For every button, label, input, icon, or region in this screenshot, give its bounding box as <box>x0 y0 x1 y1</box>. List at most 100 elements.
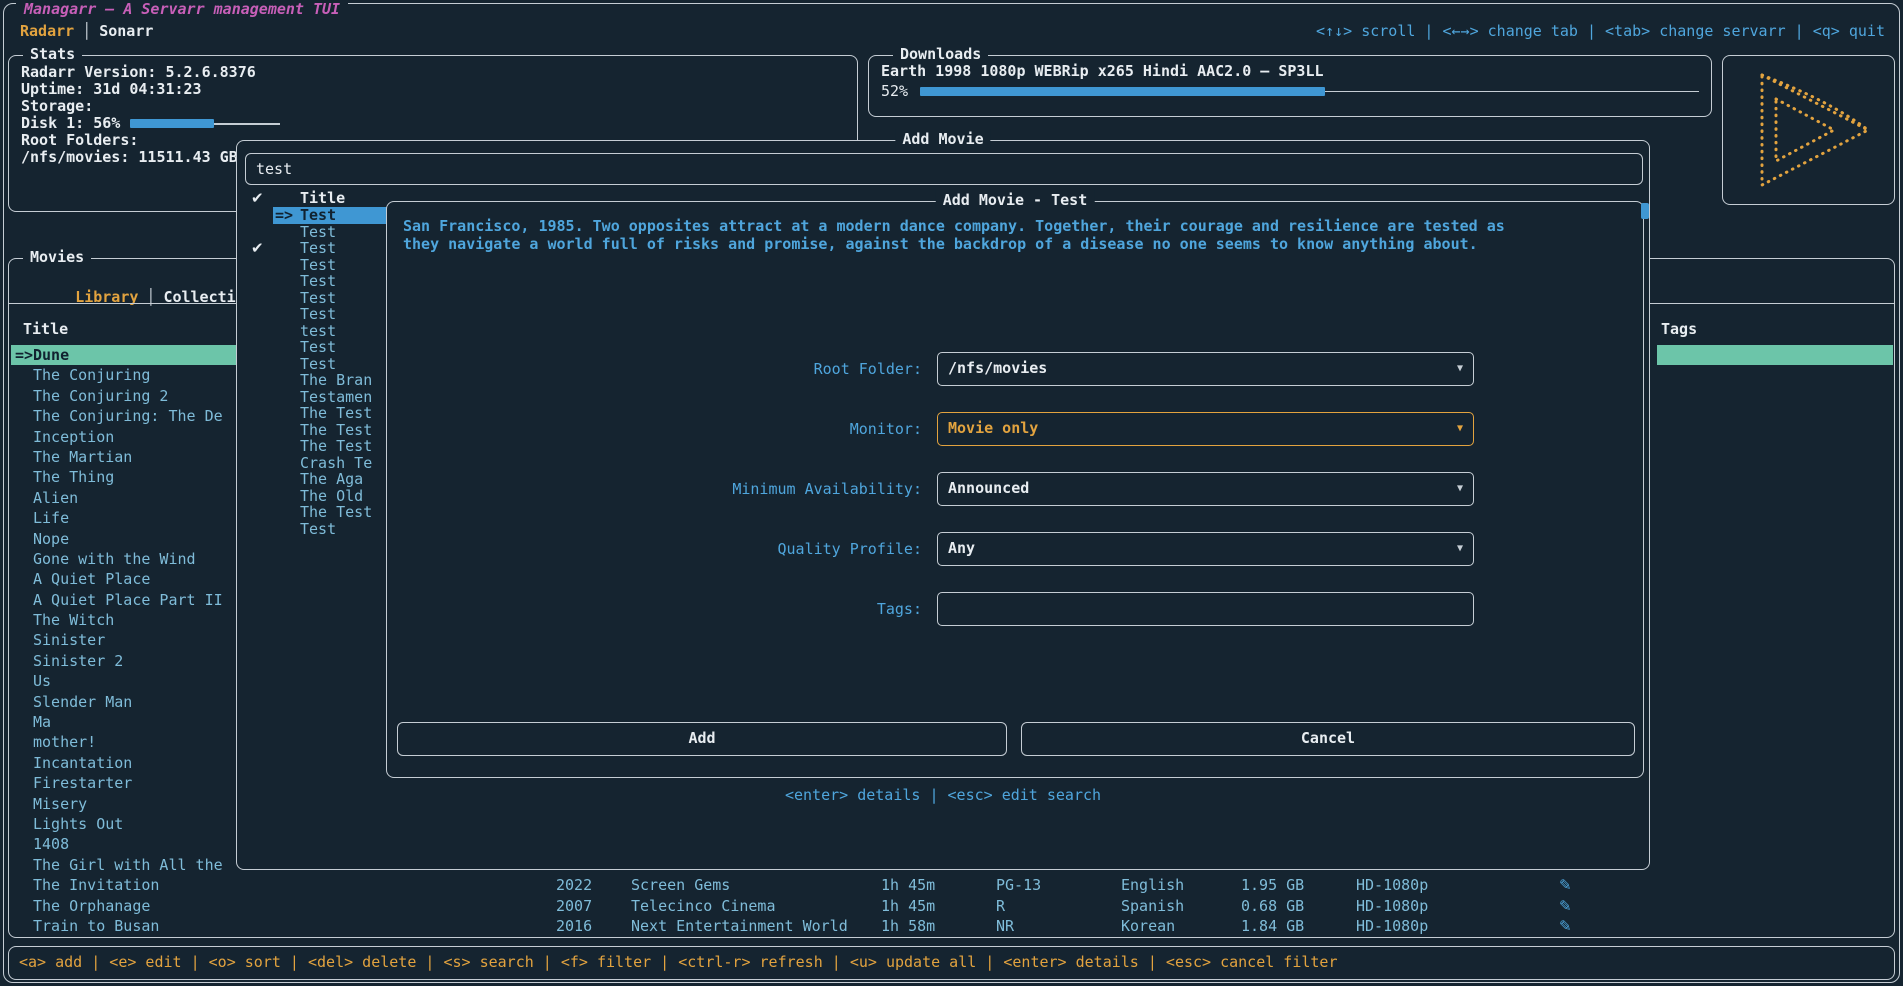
movie-row[interactable]: mother! <box>11 732 243 752</box>
minimum-availability-row: Minimum Availability: Announced▼ <box>387 472 1643 506</box>
movie-row[interactable]: A Quiet Place Part II <box>11 590 243 610</box>
cell-language: English <box>1121 875 1184 895</box>
tab-sonarr[interactable]: Sonarr <box>95 22 157 40</box>
movie-title: Alien <box>33 488 78 508</box>
add-button[interactable]: Add <box>397 722 1007 756</box>
result-title: Test <box>300 306 336 323</box>
movie-row[interactable]: Incantation <box>11 753 243 773</box>
search-result-row[interactable]: Test <box>243 339 391 356</box>
root-folder-label: Root Folder: <box>387 352 922 386</box>
tab-radarr[interactable]: Radarr <box>16 22 78 40</box>
movie-row[interactable]: The Thing <box>11 467 243 487</box>
result-title: test <box>300 323 336 340</box>
movie-row-selected[interactable]: =>Dune <box>11 345 243 365</box>
add-movie-search-input[interactable] <box>245 153 1643 185</box>
search-result-row[interactable]: The Test <box>243 438 391 455</box>
search-result-row[interactable]: Test <box>243 356 391 373</box>
search-result-row[interactable]: Test <box>243 273 391 290</box>
edit-icon[interactable]: ✎ <box>1559 896 1572 916</box>
movie-row[interactable]: Sinister <box>11 630 243 650</box>
result-title: The Test <box>300 422 372 439</box>
movie-title: The Conjuring <box>33 365 150 385</box>
radarr-logo-icon <box>1734 65 1884 195</box>
search-result-row[interactable]: The Test <box>243 422 391 439</box>
movie-title: Gone with the Wind <box>33 549 196 569</box>
movie-row[interactable]: Alien <box>11 488 243 508</box>
results-scrollbar-thumb[interactable] <box>1641 203 1649 219</box>
search-result-row[interactable]: The Old <box>243 488 391 505</box>
arrow-spacer <box>11 651 33 671</box>
search-result-row[interactable]: Test <box>243 290 391 307</box>
search-result-row[interactable]: test <box>243 323 391 340</box>
movie-row[interactable]: Gone with the Wind <box>11 549 243 569</box>
quality-profile-select[interactable]: Any▼ <box>937 532 1474 566</box>
movie-row[interactable]: Life <box>11 508 243 528</box>
search-result-row-selected[interactable]: =>Test <box>243 207 391 224</box>
movie-row[interactable]: Lights Out <box>11 814 243 834</box>
in-library-check <box>243 438 273 455</box>
minimum-availability-select[interactable]: Announced▼ <box>937 472 1474 506</box>
search-result-row[interactable]: ✔Test <box>243 240 391 257</box>
movie-title: A Quiet Place Part II <box>33 590 223 610</box>
result-title: Test <box>300 224 336 241</box>
search-result-row[interactable]: The Aga <box>243 471 391 488</box>
arrow-spacer <box>273 339 300 356</box>
arrow-spacer <box>273 471 300 488</box>
in-library-check <box>243 257 273 274</box>
cancel-button[interactable]: Cancel <box>1021 722 1635 756</box>
movie-title: The Conjuring: The De <box>33 406 223 426</box>
movie-row[interactable]: The Conjuring 2 <box>11 386 243 406</box>
movie-row[interactable]: The Conjuring: The De <box>11 406 243 426</box>
movie-table-row[interactable]: 2016 Next Entertainment World 1h 58m NR … <box>9 916 1894 936</box>
root-folder-row: Root Folder: /nfs/movies▼ <box>387 352 1643 386</box>
quality-profile-row: Quality Profile: Any▼ <box>387 532 1643 566</box>
movie-title: Firestarter <box>33 773 132 793</box>
tags-input[interactable] <box>937 592 1474 626</box>
disk-usage-fill <box>130 119 214 128</box>
movie-row[interactable]: Nope <box>11 529 243 549</box>
in-library-check <box>243 207 273 224</box>
search-result-row[interactable]: The Test <box>243 405 391 422</box>
tags-cell-selected[interactable] <box>1657 345 1893 365</box>
search-result-row[interactable]: Test <box>243 257 391 274</box>
movie-row[interactable]: Ma <box>11 712 243 732</box>
arrow-spacer <box>11 732 33 752</box>
movie-row[interactable]: Sinister 2 <box>11 651 243 671</box>
arrow-spacer <box>11 549 33 569</box>
cell-quality: HD-1080p <box>1356 896 1428 916</box>
arrow-spacer <box>11 712 33 732</box>
search-result-row[interactable]: Test <box>243 306 391 323</box>
movie-table-row[interactable]: 2007 Telecinco Cinema 1h 45m R Spanish 0… <box>9 896 1894 916</box>
arrow-spacer <box>11 855 33 875</box>
movie-row[interactable]: The Martian <box>11 447 243 467</box>
arrow-spacer <box>273 257 300 274</box>
edit-icon[interactable]: ✎ <box>1559 916 1572 936</box>
movie-row[interactable]: Misery <box>11 794 243 814</box>
search-result-row[interactable]: Testamen <box>243 389 391 406</box>
in-library-check <box>243 356 273 373</box>
result-title: Test <box>300 257 336 274</box>
search-result-row[interactable]: Test <box>243 521 391 538</box>
movie-row[interactable]: Inception <box>11 427 243 447</box>
root-folder-select[interactable]: /nfs/movies▼ <box>937 352 1474 386</box>
monitor-label: Monitor: <box>387 412 922 446</box>
movie-row[interactable]: Us <box>11 671 243 691</box>
stats-disk-line: Disk 1: 56% <box>21 115 857 132</box>
search-result-row[interactable]: Crash Te <box>243 455 391 472</box>
movie-row[interactable]: The Girl with All the <box>11 855 243 875</box>
monitor-select[interactable]: Movie only▼ <box>937 412 1474 446</box>
movie-row[interactable]: 1408 <box>11 834 243 854</box>
movie-row[interactable]: A Quiet Place <box>11 569 243 589</box>
search-result-row[interactable]: Test <box>243 224 391 241</box>
movie-row[interactable]: Slender Man <box>11 692 243 712</box>
managarr-app: Managarr — A Servarr management TUI Rada… <box>0 0 1903 986</box>
movie-row[interactable]: Firestarter <box>11 773 243 793</box>
edit-icon[interactable]: ✎ <box>1559 875 1572 895</box>
arrow-spacer <box>273 438 300 455</box>
search-result-row[interactable]: The Bran <box>243 372 391 389</box>
search-result-row[interactable]: The Test <box>243 504 391 521</box>
arrow-spacer <box>11 488 33 508</box>
movie-row[interactable]: The Conjuring <box>11 365 243 385</box>
movie-table-row[interactable]: 2022 Screen Gems 1h 45m PG-13 English 1.… <box>9 875 1894 895</box>
movie-row[interactable]: The Witch <box>11 610 243 630</box>
